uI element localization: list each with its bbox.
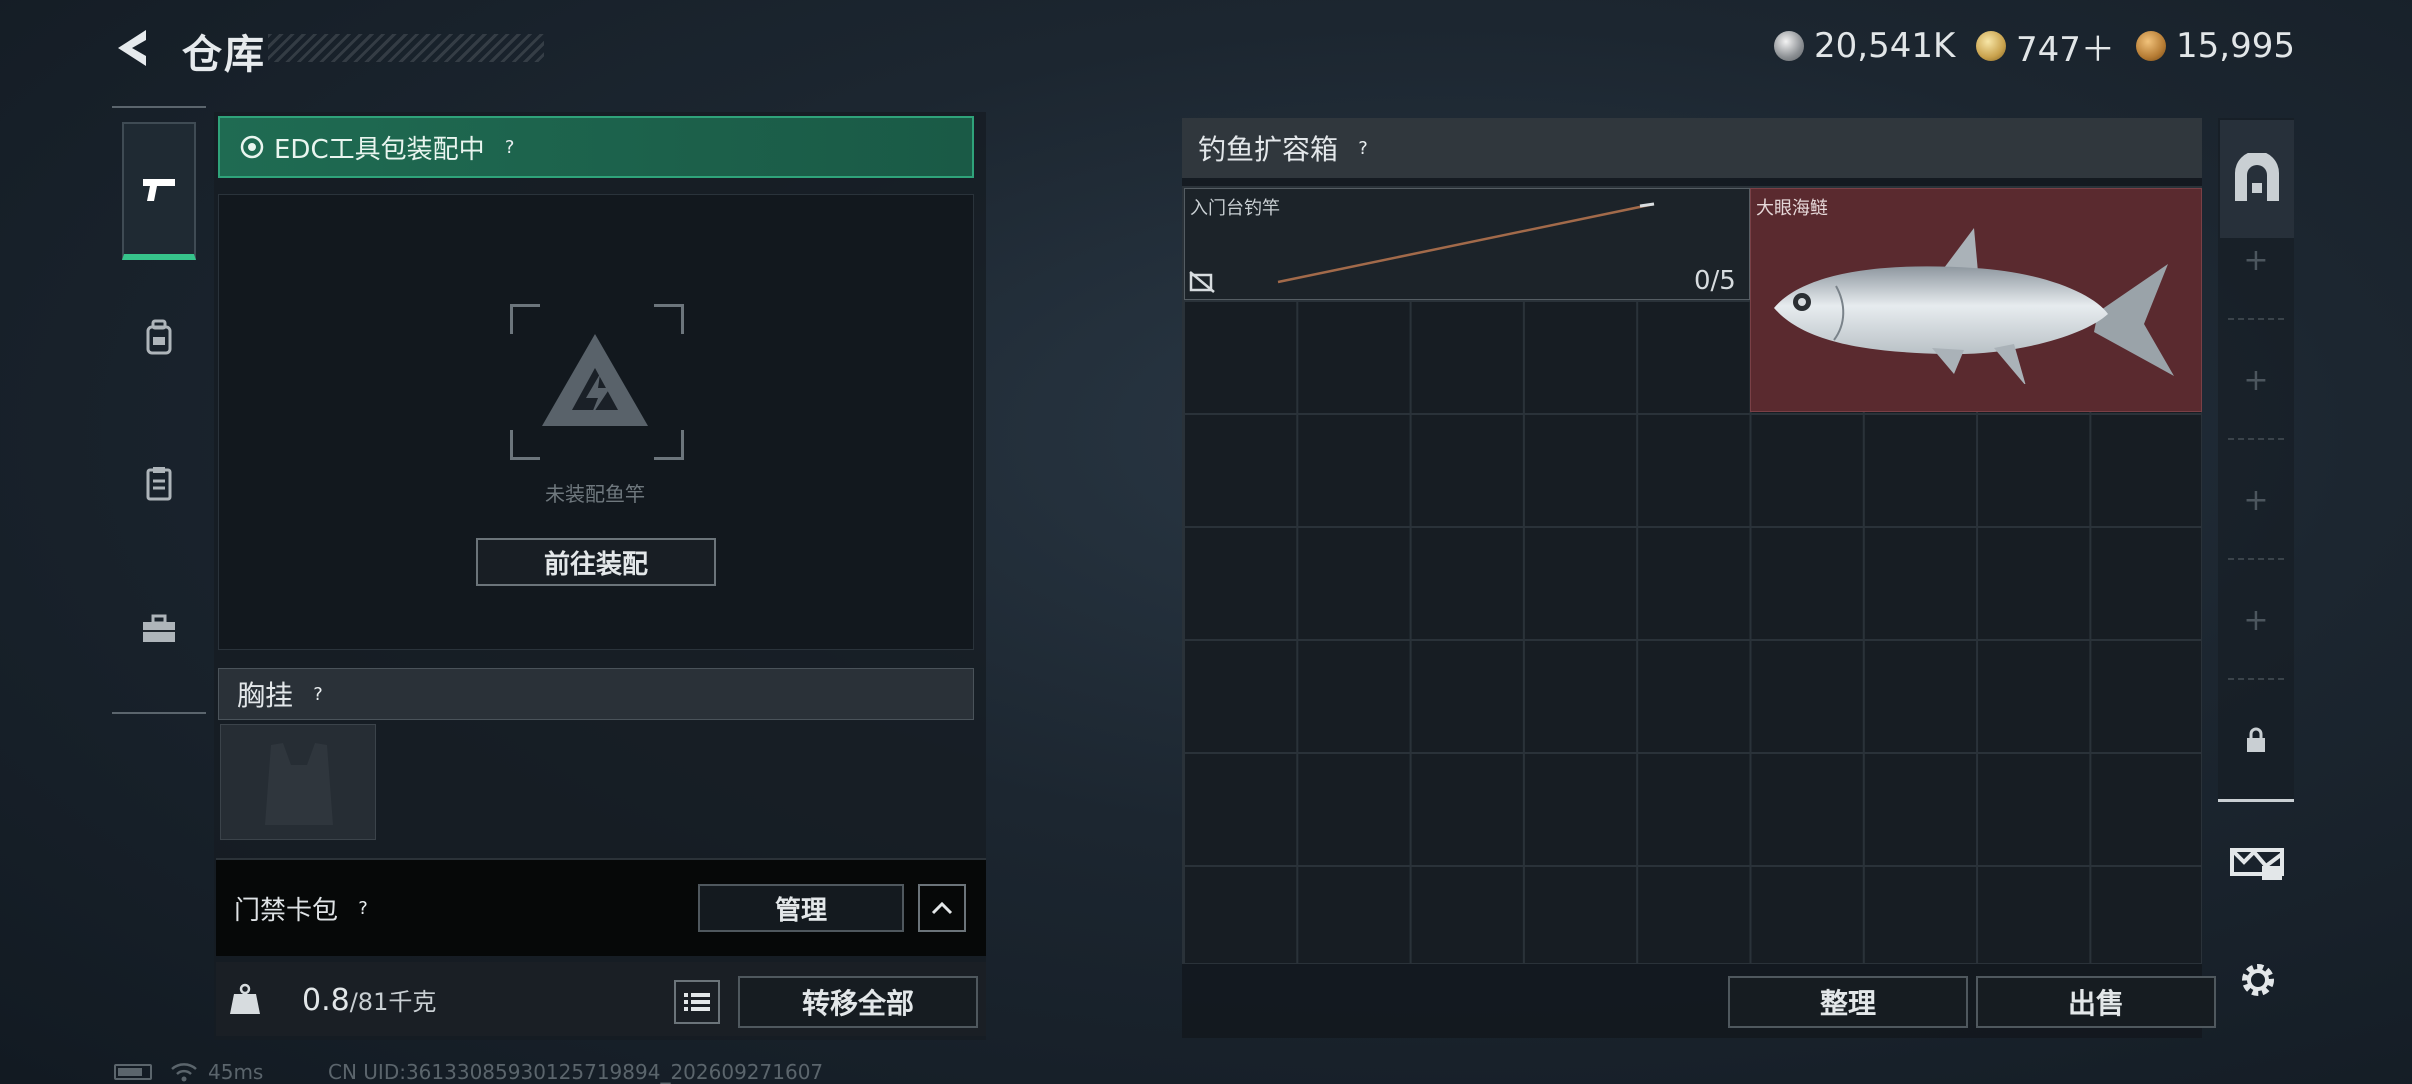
fishing-box-title: 钓鱼扩容箱 xyxy=(1198,133,1339,166)
sort-button[interactable]: 整理 xyxy=(1728,976,1968,1028)
chest-rig-header: 胸挂 ? xyxy=(218,668,974,720)
slot-corner xyxy=(510,430,540,460)
slot-corner xyxy=(510,304,540,334)
rod-name: 入门台钓竿 xyxy=(1190,198,1280,219)
side-slot-add[interactable]: + xyxy=(2218,360,2294,400)
user-uid: CN UID:36133085930125719894_202609271607 xyxy=(328,1060,824,1084)
vehicle-storage-icon[interactable] xyxy=(2228,840,2286,882)
bronze-coin-icon xyxy=(2136,31,2166,61)
wifi-icon xyxy=(171,1063,197,1082)
keycard-pack-label: 门禁卡包 xyxy=(234,895,339,926)
slot-divider xyxy=(2228,678,2284,680)
settings-gear-icon[interactable] xyxy=(2236,958,2280,1002)
currency-gold-value: 747＋ xyxy=(2016,29,2115,70)
slot-divider xyxy=(2228,318,2284,320)
tab-backpack[interactable] xyxy=(122,268,196,406)
vest-icon xyxy=(265,743,333,825)
fishing-box-header: 钓鱼扩容箱 ? xyxy=(1182,118,2202,178)
lock-icon[interactable] xyxy=(2244,726,2268,754)
side-slot-add[interactable]: + xyxy=(2218,600,2294,640)
edc-help-icon[interactable]: ? xyxy=(497,134,523,160)
chest-help-icon[interactable]: ? xyxy=(305,681,331,707)
transfer-all-button[interactable]: 转移全部 xyxy=(738,976,978,1028)
tab-toolbox[interactable] xyxy=(122,560,196,698)
weight-value: 0.8/81千克 xyxy=(302,982,436,1018)
fishing-box-help-icon[interactable]: ? xyxy=(1350,135,1376,161)
tab-safe-box[interactable] xyxy=(2220,120,2294,238)
no-bait-icon xyxy=(1189,271,1215,293)
goto-equip-button[interactable]: 前往装配 xyxy=(476,538,716,586)
keycard-help-icon[interactable]: ? xyxy=(350,895,376,921)
edc-status-bar[interactable]: EDC工具包装配中 ? xyxy=(218,116,974,178)
weight-max: /81千克 xyxy=(349,988,437,1016)
backpack-icon xyxy=(146,319,172,355)
page-title: 仓库 xyxy=(182,32,266,78)
weight-kg-icon xyxy=(230,983,260,1014)
manage-button[interactable]: 管理 xyxy=(698,884,904,932)
list-icon xyxy=(684,993,710,1011)
rod-count: 0/5 xyxy=(1694,266,1736,296)
chest-rig-label: 胸挂 xyxy=(237,679,294,712)
tarpon-fish-image xyxy=(1774,228,2174,384)
currency-gold: 747＋ xyxy=(1976,24,2115,70)
battery-icon xyxy=(114,1064,152,1080)
side-slot-add[interactable]: + xyxy=(2218,480,2294,520)
back-arrow-icon[interactable] xyxy=(112,26,156,70)
chest-rig-slot[interactable] xyxy=(220,724,376,840)
sell-button[interactable]: 出售 xyxy=(1976,976,2216,1028)
clipboard-icon xyxy=(146,467,172,501)
status-bar: 45ms xyxy=(114,1060,263,1084)
toolbox-icon xyxy=(143,614,175,642)
pistol-icon xyxy=(143,179,175,201)
collapse-button[interactable] xyxy=(918,884,966,932)
slot-corner xyxy=(654,304,684,334)
fishing-rod-image xyxy=(1277,202,1655,284)
currency-bronze: 15,995 xyxy=(2136,24,2295,68)
slot-corner xyxy=(654,430,684,460)
chevron-up-icon xyxy=(931,901,953,915)
title-decoration xyxy=(268,34,544,62)
list-view-button[interactable] xyxy=(674,980,720,1024)
safe-box-icon xyxy=(2235,153,2279,201)
empty-rod-text: 未装配鱼竿 xyxy=(545,482,645,506)
weight-current: 0.8 xyxy=(302,983,350,1018)
slot-divider xyxy=(2228,438,2284,440)
silver-coin-icon xyxy=(1774,31,1804,61)
currency-silver-value: 20,541K xyxy=(1814,26,1956,66)
currency-silver: 20,541K xyxy=(1774,24,1955,68)
side-slot-add[interactable]: + xyxy=(2218,240,2294,280)
currency-bronze-value: 15,995 xyxy=(2176,26,2295,66)
gear-badge-icon xyxy=(240,135,264,159)
ping-value: 45ms xyxy=(208,1060,264,1084)
slot-divider xyxy=(2228,558,2284,560)
edc-label: EDC工具包装配中 xyxy=(274,134,485,165)
empty-slot-logo-icon xyxy=(542,334,648,426)
gold-coin-icon xyxy=(1976,31,2006,61)
tab-weapons[interactable] xyxy=(122,122,196,260)
tab-clipboard[interactable] xyxy=(122,414,196,552)
